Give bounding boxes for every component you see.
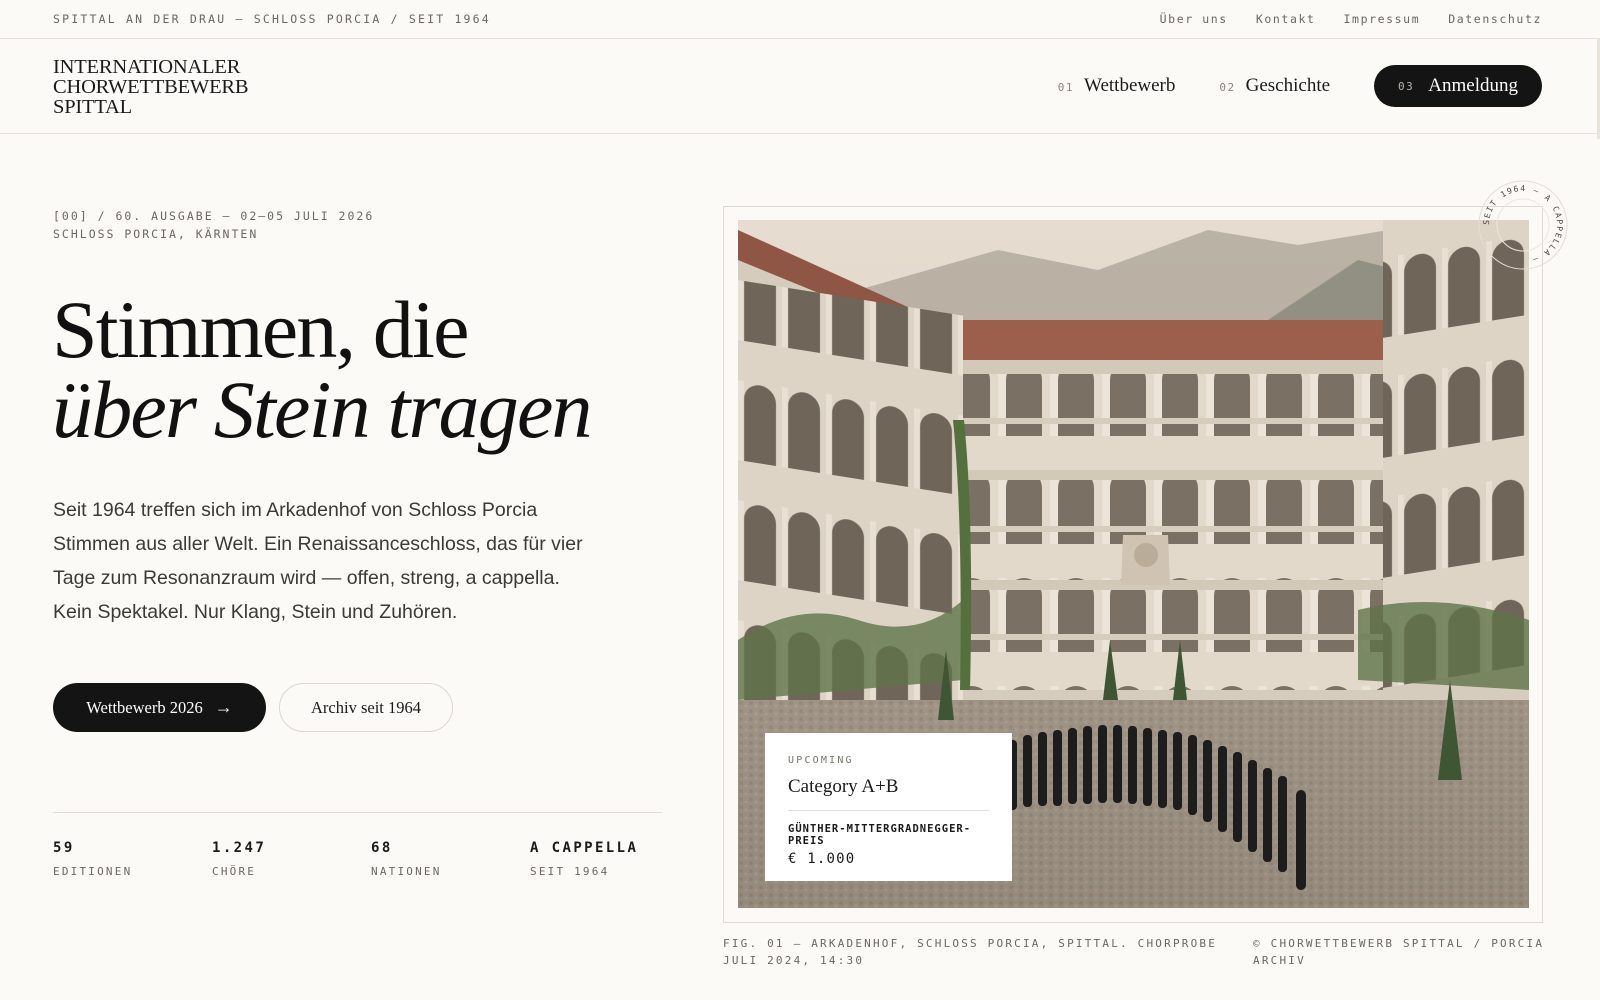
nav-label: Wettbewerb [1084, 75, 1176, 96]
stat-label: CHÖRE [212, 865, 257, 878]
nav-item-wettbewerb[interactable]: 01 Wettbewerb [1058, 75, 1176, 97]
stat-editionen: 59 EDITIONEN [53, 840, 212, 878]
site-tagline: SPITTAL AN DER DRAU — SCHLOSS PORCIA / S… [53, 12, 491, 26]
svg-text:SEIT 1964 — A CAPPELLA —: SEIT 1964 — A CAPPELLA — [1482, 184, 1564, 265]
button-label: Wettbewerb 2026 [86, 697, 203, 717]
nav-number: 02 [1219, 81, 1236, 94]
hero-headline: Stimmen, die über Stein tragen [52, 284, 593, 455]
stat-value: A CAPPELLA [530, 840, 639, 856]
stat-a-cappella: A CAPPELLA SEIT 1964 [530, 840, 689, 878]
stat-label: EDITIONEN [53, 865, 133, 878]
nav-item-geschichte[interactable]: 02 Geschichte [1219, 75, 1330, 97]
nav-number: 03 [1398, 79, 1415, 93]
since-1964-seal: SEIT 1964 — A CAPPELLA — [1478, 180, 1568, 270]
stat-nationen: 68 NATIONEN [371, 840, 530, 878]
nav-label: Anmeldung [1428, 75, 1518, 96]
stats-divider [53, 812, 662, 813]
card-title: Category A+B [788, 776, 899, 797]
stat-choere: 1.247 CHÖRE [212, 840, 371, 878]
figure-credit: © CHORWETTBEWERB SPITTAL / PORCIA ARCHIV [1253, 937, 1545, 967]
hero-lead: Seit 1964 treffen sich im Arkadenhof von… [53, 499, 583, 623]
card-kicker: UPCOMING [788, 755, 854, 766]
main-nav: 01 Wettbewerb 02 Geschichte 03 Anmeldung [1014, 65, 1542, 107]
logo-line: INTERNATIONALER [53, 56, 241, 78]
wettbewerb-2026-button[interactable]: Wettbewerb 2026 → [53, 683, 266, 732]
headline-line-2: über Stein tragen [52, 364, 593, 455]
edition-meta: [00] / 60. AUSGABE — 02–05 JULI 2026 SCH… [53, 207, 374, 243]
link-ueber-uns[interactable]: Über uns [1160, 12, 1228, 26]
upcoming-category-card[interactable]: UPCOMING Category A+B GÜNTHER-MITTERGRAD… [765, 733, 1012, 881]
stats-row: 59 EDITIONEN 1.247 CHÖRE 68 NATIONEN A C… [53, 840, 689, 878]
link-kontakt[interactable]: Kontakt [1256, 12, 1316, 26]
prize-amount: € 1.000 [788, 851, 856, 867]
edition-line: [00] / 60. AUSGABE — 02–05 JULI 2026 [53, 209, 375, 223]
stat-label: NATIONEN [371, 865, 442, 878]
location-line: SCHLOSS PORCIA, KÄRNTEN [53, 227, 259, 241]
stat-value: 59 [53, 840, 75, 856]
seal-text: SEIT 1964 — A CAPPELLA — [1482, 184, 1563, 265]
stat-label: SEIT 1964 [530, 865, 610, 878]
logo-line: CHORWETTBEWERB [53, 76, 249, 98]
nav-number: 01 [1057, 81, 1075, 94]
figure-caption: FIG. 01 — ARKADENHOF, SCHLOSS PORCIA, SP… [723, 937, 1218, 967]
logo-line: SPITTAL [53, 96, 132, 118]
site-logo[interactable]: INTERNATIONALER CHORWETTBEWERB SPITTAL [53, 56, 249, 118]
stat-value: 1.247 [212, 840, 267, 856]
headline-line-1: Stimmen, die [52, 284, 470, 375]
archiv-button[interactable]: Archiv seit 1964 [279, 683, 453, 732]
stat-value: 68 [371, 840, 393, 856]
link-datenschutz[interactable]: Datenschutz [1448, 12, 1542, 26]
main-header: INTERNATIONALER CHORWETTBEWERB SPITTAL 0… [0, 39, 1600, 134]
card-divider [788, 810, 989, 811]
button-label: Archiv seit 1964 [311, 697, 421, 717]
utility-bar: SPITTAL AN DER DRAU — SCHLOSS PORCIA / S… [0, 0, 1600, 39]
utility-links: Über uns Kontakt Impressum Datenschutz [1160, 12, 1542, 26]
prize-name: GÜNTHER-MITTERGRADNEGGER-PREIS [788, 823, 972, 847]
arrow-right-icon: → [214, 697, 233, 717]
anmeldung-button[interactable]: 03 Anmeldung [1374, 65, 1542, 107]
nav-label: Geschichte [1245, 75, 1331, 96]
link-impressum[interactable]: Impressum [1344, 12, 1421, 26]
